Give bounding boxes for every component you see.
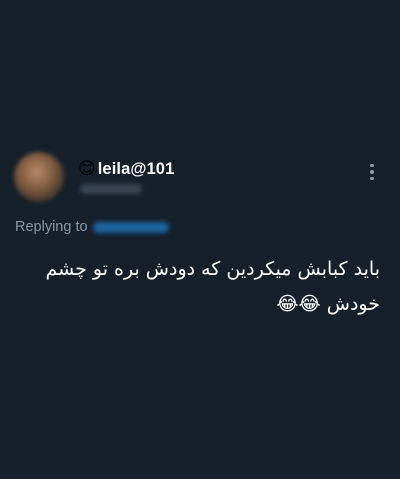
more-options-icon[interactable]	[362, 160, 382, 184]
replying-to-row: Replying to	[15, 217, 169, 237]
author-handle-blurred	[80, 184, 142, 194]
replying-to-label: Replying to	[15, 219, 88, 235]
more-dot	[370, 176, 374, 181]
laughing-emoji: 😂😂	[276, 293, 321, 315]
author-name-emoji: 😊	[78, 158, 96, 179]
tweet-text: باید کبابش میکردین که دودش بره تو چشم خو…	[40, 252, 381, 322]
tweet-text-line-2-words: خودش	[326, 293, 380, 315]
more-dot	[370, 163, 374, 168]
more-dot	[370, 170, 374, 174]
tweet-text-line-2: خودش 😂😂	[40, 287, 380, 322]
author-name-row[interactable]: 😊 leila@101	[78, 158, 174, 180]
replied-handle-blurred[interactable]	[92, 221, 169, 233]
tweet-card: 😊 leila@101 Replying to باید کبابش میکرد…	[0, 0, 400, 479]
tweet-text-line-1: باید کبابش میکردین که دودش بره تو چشم	[45, 258, 381, 280]
author-avatar[interactable]	[14, 152, 64, 202]
author-display-name[interactable]: leila@101	[98, 160, 175, 179]
